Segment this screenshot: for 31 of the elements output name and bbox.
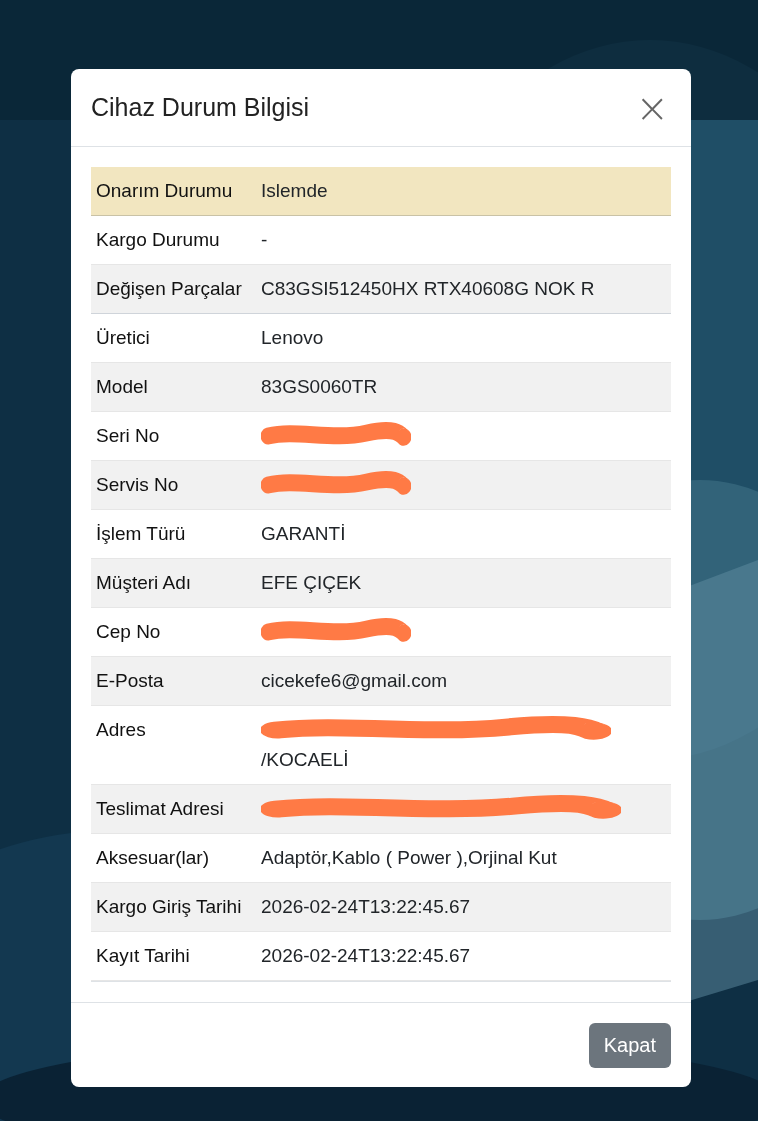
field-label: E-Posta — [95, 669, 165, 693]
field-value: Islemde — [261, 179, 329, 203]
field-label: Aksesuar(lar) — [95, 846, 210, 870]
field-label: Kargo Durumu — [95, 228, 221, 252]
field-label: Teslimat Adresi — [95, 797, 225, 821]
field-label: Servis No — [95, 473, 180, 497]
field-label: Model — [95, 375, 149, 399]
field-label: Adres — [95, 718, 147, 742]
field-label: Kargo Giriş Tarihi — [95, 895, 243, 919]
field-value: C83GSI512450HX RTX40608G NOK R — [261, 277, 596, 301]
field-value: - — [261, 228, 269, 252]
modal-title: Cihaz Durum Bilgisi — [91, 93, 310, 122]
field-value: cicekefe6@gmail.com — [261, 669, 449, 693]
field-label: Müşteri Adı — [95, 571, 193, 595]
field-value: /KOCAELİ — [261, 748, 350, 772]
field-label: Üretici — [95, 326, 151, 350]
field-value: 83GS0060TR — [261, 375, 379, 399]
field-value: Lenovo — [261, 326, 325, 350]
close-button[interactable]: Kapat — [588, 1023, 671, 1068]
field-label: Onarım Durumu — [95, 179, 234, 203]
field-label: Değişen Parçalar — [95, 277, 243, 301]
field-value: 2026-02-24T13:22:45.67 — [261, 895, 472, 919]
field-value: EFE ÇIÇEK — [261, 571, 363, 595]
field-label: Kayıt Tarihi — [95, 944, 191, 968]
field-value: GARANTİ — [261, 522, 347, 546]
field-label: Seri No — [95, 424, 161, 448]
field-label: Cep No — [95, 620, 162, 644]
close-button[interactable]: × — [631, 87, 673, 128]
field-value: Adaptör,Kablo ( Power ),Orjinal Kut — [261, 846, 558, 870]
field-label: İşlem Türü — [95, 522, 187, 546]
field-value: 2026-02-24T13:22:45.67 — [261, 944, 472, 968]
